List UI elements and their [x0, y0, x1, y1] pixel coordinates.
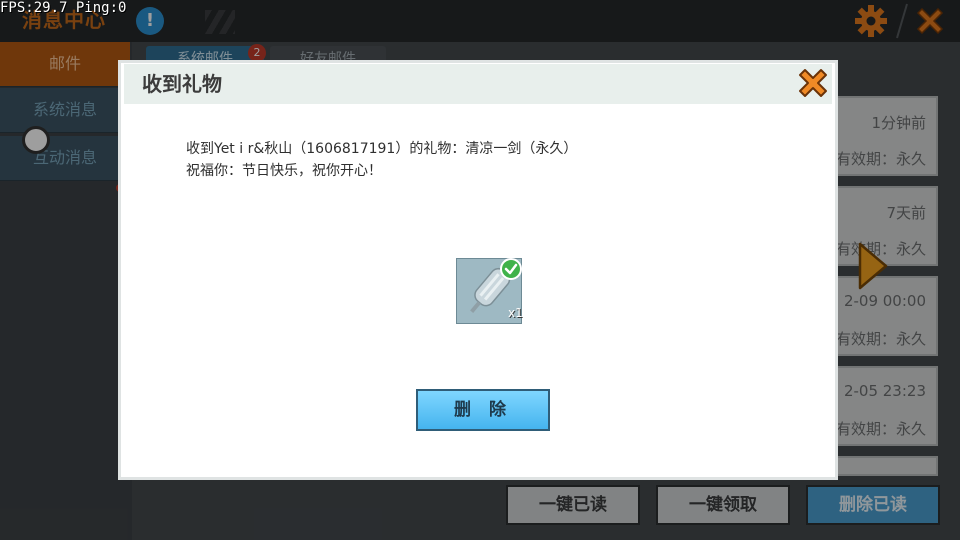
- gift-quantity: x1: [508, 306, 523, 320]
- fps-counter: FPS:29.7 Ping:0: [0, 0, 127, 16]
- dialog-header: [124, 64, 832, 104]
- dialog-title: 收到礼物: [142, 72, 222, 96]
- check-icon: [500, 258, 522, 280]
- delete-button[interactable]: 删 除: [416, 389, 550, 431]
- close-icon[interactable]: [796, 66, 830, 100]
- gift-message: 收到Yet i r&秋山（1606817191）的礼物：清凉一剑（永久）: [186, 141, 578, 157]
- gift-blessing: 祝福你：节日快乐，祝你开心！: [186, 163, 382, 179]
